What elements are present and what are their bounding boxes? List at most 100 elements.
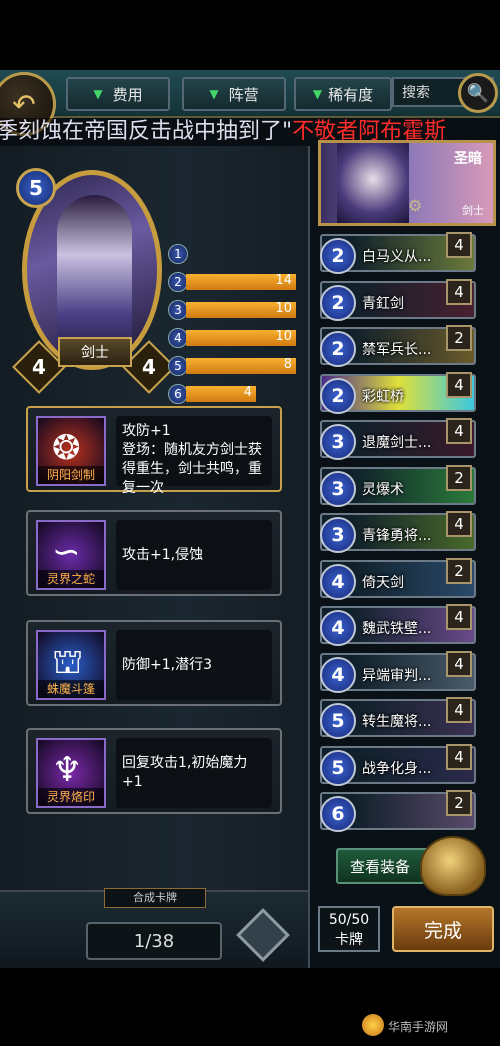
deck-card-row[interactable]: 2 禁军兵长... 2 [320,325,476,367]
skill-icon: ♆ 灵界烙印 [36,738,106,808]
cost-curve-count: 8 [283,357,292,372]
attack-value: 4 [32,354,46,379]
deck-card-name: 禁军兵长... [362,342,432,358]
skill-description: 攻击+1,侵蚀 [116,520,272,590]
deck-card-row[interactable]: 4 倚天剑 2 [320,558,476,600]
skill-icon: ∽ 灵界之蛇 [36,520,106,590]
search-placeholder: 搜索 [402,85,430,101]
deck-card-row[interactable]: 3 灵爆术 2 [320,465,476,507]
deck-card-cost: 2 [320,238,356,274]
skill-card[interactable]: ⛫ 蛛魔斗篷 防御+1,潜行3 [26,620,282,706]
deck-card-count: 4 [446,604,472,630]
rarity-filter-button[interactable]: ▼ 稀有度 [294,77,392,111]
cost-curve-row: 58 [168,356,298,376]
faction-filter-button[interactable]: ▼ 阵营 [182,77,286,111]
deck-card-cost: 4 [320,564,356,600]
marquee-text: 季刻蚀在帝国反击战中抽到了" [0,119,293,144]
cost-curve-count: 14 [275,273,292,288]
card-cost-gem: 5 [16,168,56,208]
skill-icon: ⛫ 蛛魔斗篷 [36,630,106,700]
health-value: 4 [142,354,156,379]
deck-card-count: 4 [446,279,472,305]
deck-card-name: 彩虹桥 [362,389,404,405]
dropdown-triangle-icon: ▼ [312,87,323,101]
hero-name: 圣暗 [454,151,482,167]
deck-card-count: 2 [446,465,472,491]
skill-card[interactable]: ❂ 阴阳剑制 攻防+1 登场：随机友方剑士获得重生，剑士共鸣，重复一次 [26,406,282,496]
deck-card-count: 2 [446,558,472,584]
watermark-text: 华南手游网 [388,1020,449,1034]
cost-filter-button[interactable]: ▼ 费用 [66,77,170,111]
deck-card-row[interactable]: 62 [320,790,476,832]
cost-curve-cost: 4 [168,328,188,348]
cost-curve-count: 10 [275,301,292,316]
view-equipment-label: 查看装备 [350,857,411,876]
skill-card[interactable]: ∽ 灵界之蛇 攻击+1,侵蚀 [26,510,282,596]
deck-card-count: 4 [446,372,472,398]
hero-portrait [337,143,409,223]
cost-curve-row: 1 [168,244,298,264]
deck-card-row[interactable]: 5 转生魔将... 4 [320,697,476,739]
deck-card-cost: 3 [320,471,356,507]
done-button[interactable]: 完成 [392,906,494,952]
deck-card-name: 灵爆术 [362,482,404,498]
cost-curve-cost: 6 [168,384,188,404]
cost-curve-count: 4 [243,385,252,400]
deck-card-count: 4 [446,418,472,444]
cost-curve-cost: 5 [168,356,188,376]
back-arrow-icon: ↶ [12,87,36,121]
cost-curve-row: 4 10 [168,328,298,348]
dropdown-triangle-icon: ▼ [209,87,219,101]
deck-card-name: 异端审判... [362,668,432,684]
deck-card-row[interactable]: 4 异端审判... 4 [320,651,476,693]
skill-glyph-icon: ♆ [52,750,83,790]
hero-class: 剑士 [462,204,484,217]
skill-name: 灵界之蛇 [38,570,104,588]
deck-card-count: 2 [446,325,472,351]
done-label: 完成 [423,919,462,942]
deck-card-name: 倚天剑 [362,575,404,591]
deck-card-name: 转生魔将... [362,714,432,730]
deck-card-row[interactable]: 3 退魔剑士... 4 [320,418,476,460]
helmet-icon[interactable] [420,836,486,896]
deck-card-cost: 5 [320,703,356,739]
deck-card-row[interactable]: 2 青釭剑 4 [320,279,476,321]
top-letterbox [0,0,500,70]
skill-description: 防御+1,潜行3 [116,630,272,700]
cost-curve-cost: 3 [168,300,188,320]
skill-description: 攻防+1 登场：随机友方剑士获得重生，剑士共鸣，重复一次 [116,416,272,496]
skill-description: 回复攻击1,初始魔力+1 [116,738,272,808]
cost-filter-label: 费用 [112,85,143,104]
skill-name: 蛛魔斗篷 [38,680,104,698]
deck-card-name: 青釭剑 [362,296,404,312]
deck-card-cost: 2 [320,285,356,321]
deck-card-row[interactable]: 3 青锋勇将... 4 [320,511,476,553]
cost-curve-cost: 2 [168,272,188,292]
skill-card[interactable]: ♆ 灵界烙印 回复攻击1,初始魔力+1 [26,728,282,814]
faction-filter-label: 阵营 [228,85,259,104]
rarity-filter-label: 稀有度 [328,85,374,104]
cost-curve-cost: 1 [168,244,188,264]
deck-card-row[interactable]: 2 白马义从... 4 [320,232,476,274]
deck-card-row[interactable]: 2 彩虹桥 4 [320,372,476,414]
deck-card-name: 退魔剑士... [362,435,432,451]
cost-curve-row: 2 14 [168,272,298,292]
synthesize-card-tab[interactable]: 合成卡牌 [104,888,206,908]
deck-card-cost: 2 [320,331,356,367]
gear-icon[interactable]: ⚙ [408,196,422,215]
card-class-label: 剑士 [81,345,109,361]
cost-curve-row: 3 10 [168,300,298,320]
deck-card-row[interactable]: 5 战争化身... 4 [320,744,476,786]
skill-name: 阴阳剑制 [38,466,104,484]
deck-card-cost: 6 [320,796,356,832]
search-icon[interactable]: 🔍 [458,73,498,113]
card-class-plate: 剑士 [58,337,132,367]
deck-builder-screen: ▼ 费用 ▼ 阵营 ▼ 稀有度 搜索 🔍 ↶ 季刻蚀在帝国反击战中抽到了"不敬者… [0,70,500,968]
filter-bar: ▼ 费用 ▼ 阵营 ▼ 稀有度 搜索 🔍 [0,70,500,118]
deck-card-row[interactable]: 4 魏武铁壁... 4 [320,604,476,646]
watermark-logo [362,1014,384,1036]
deck-count-value: 50/50 [328,912,370,928]
page-indicator: 1/38 [86,922,222,960]
deck-card-cost: 2 [320,378,356,414]
cost-curve-count: 10 [275,329,292,344]
